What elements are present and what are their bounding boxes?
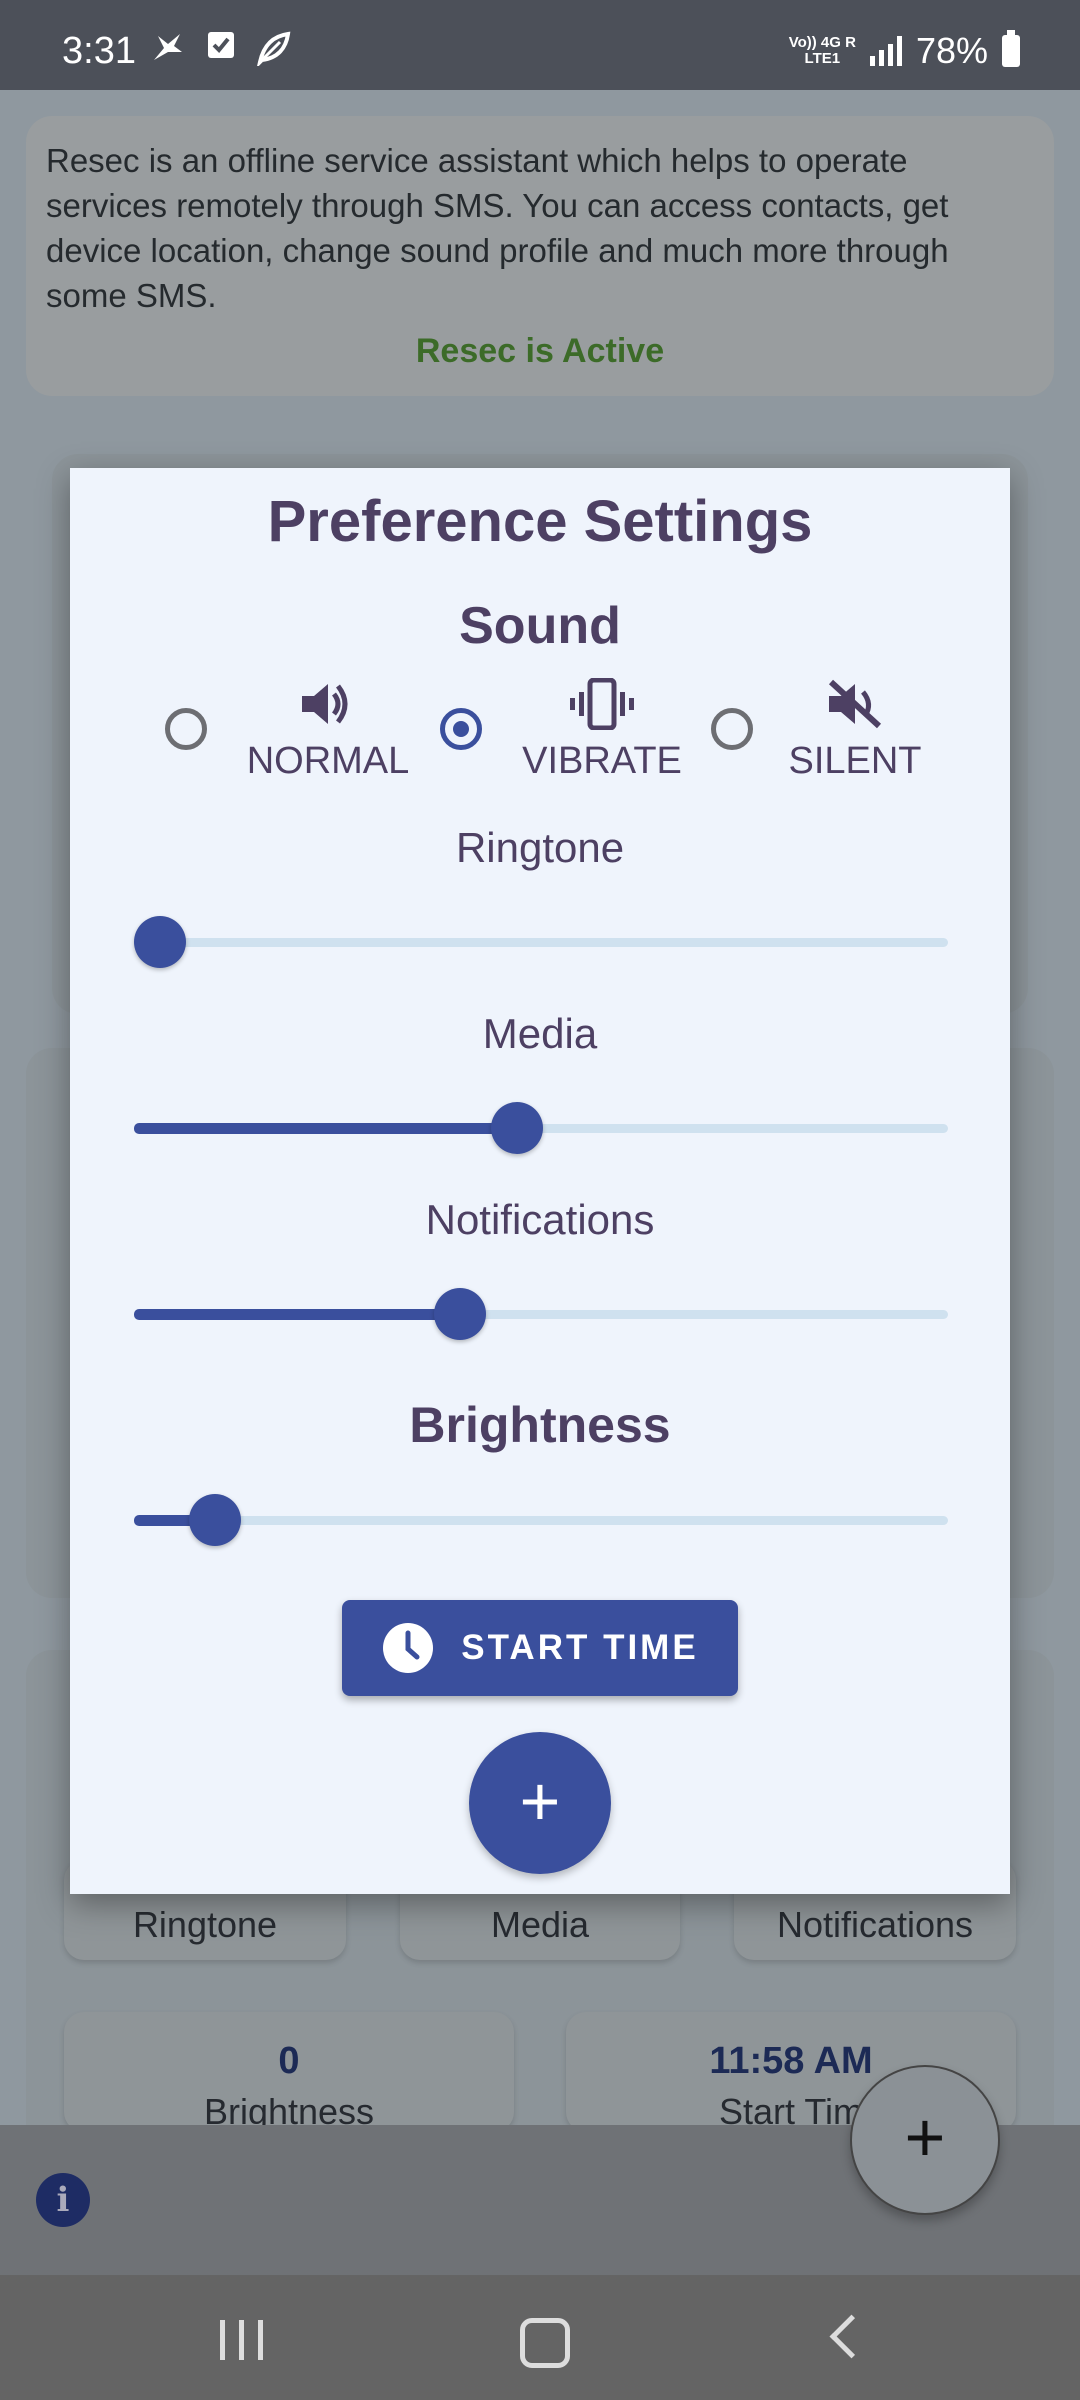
ringtone-label: Ringtone [455,824,625,871]
slider-track [134,938,948,947]
ringtone-slider[interactable] [134,912,948,972]
dialog-title: Preference Settings [267,489,813,554]
mode-label-normal: NORMAL [246,740,410,782]
info-icon[interactable]: i [36,2173,90,2227]
slider-thumb[interactable] [491,1102,543,1154]
slider-track [134,1516,948,1525]
system-nav-bar [0,2275,1080,2400]
info-card: Resec is an offline service assistant wh… [26,116,1054,396]
radio-normal[interactable] [165,708,207,750]
checkbox-icon [206,30,236,74]
media-slider[interactable] [134,1098,948,1158]
home-icon[interactable] [520,2318,570,2368]
mode-label-silent: SILENT [788,740,922,782]
radio-silent[interactable] [711,708,753,750]
notifications-slider[interactable] [134,1284,948,1344]
chip-brightness[interactable]: 0 Brightness [64,2012,514,2132]
info-text: Resec is an offline service assistant wh… [46,142,949,314]
clock-icon [381,1621,435,1675]
battery-percent: 78% [915,30,988,71]
leaf-icon [256,30,292,74]
background-add-button[interactable]: + [850,2065,1000,2215]
chip-label: Ringtone [132,1904,278,1945]
start-time-label: START TIME [461,1628,699,1667]
notification-icons [150,30,292,74]
radio-vibrate[interactable] [440,708,482,750]
network-bottom: LTE1 [804,50,841,67]
slider-thumb[interactable] [434,1288,486,1340]
brightness-label: Brightness [409,1397,671,1453]
status-time: 3:31 [62,30,136,72]
start-time-button[interactable]: START TIME [342,1600,738,1696]
chip-value: 0 [278,2040,300,2082]
chip-label: Media [490,1904,590,1945]
network-type: Vo)) 4G R LTE1 [789,35,856,67]
sound-title: Sound [459,597,621,655]
add-button[interactable]: + [469,1732,611,1874]
brightness-slider[interactable] [134,1490,948,1550]
notifications-label: Notifications [425,1196,655,1243]
service-status: Resec is Active [415,332,665,370]
network-top: Vo)) 4G R [788,34,856,51]
slider-fill [134,1309,460,1320]
status-right: Vo)) 4G R LTE1 78% [789,30,1020,72]
slider-thumb[interactable] [134,916,186,968]
battery-icon [1002,30,1020,67]
recent-apps-icon[interactable] [220,2320,263,2360]
status-bar: 3:31 Vo)) 4G R LTE1 78% [0,0,1080,90]
chip-label: Notifications [776,1904,974,1945]
media-label: Media [482,1010,598,1057]
slider-thumb[interactable] [189,1494,241,1546]
bird-icon [150,30,186,74]
vibrate-icon [570,677,634,731]
volume-off-icon [825,678,885,730]
mode-label-vibrate: VIBRATE [522,740,682,782]
slider-fill [134,1123,517,1134]
signal-icon [869,36,902,66]
preference-settings-dialog: Preference Settings Sound NORMAL VIBRATE… [70,468,1010,1894]
back-icon[interactable] [829,2314,874,2359]
volume-up-icon [298,678,358,730]
